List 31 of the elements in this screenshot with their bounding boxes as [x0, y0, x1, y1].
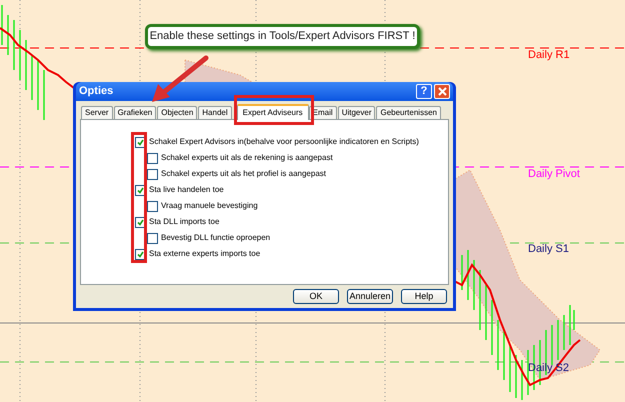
checkbox[interactable]	[147, 152, 158, 164]
dialog-button[interactable]: Annuleren	[347, 289, 393, 304]
close-icon	[438, 87, 446, 96]
help-button[interactable]: ?	[416, 84, 432, 99]
checkbox-label: Sta externe experts imports toe	[149, 248, 260, 260]
tab[interactable]: Expert Adviseurs	[236, 104, 309, 120]
tab[interactable]: Server	[81, 106, 113, 119]
tab[interactable]: Gebeurtenissen	[376, 106, 441, 119]
tab[interactable]: Objecten	[157, 106, 198, 119]
checkbox-label: Schakel experts uit als het profiel is aangepast	[161, 168, 326, 180]
checkbox[interactable]	[147, 232, 158, 244]
checkbox-label: Vraag manuele bevestiging	[161, 200, 258, 212]
window-title: Opties	[79, 84, 114, 100]
tab[interactable]: Grafieken	[114, 106, 156, 119]
checkbox[interactable]	[147, 168, 158, 180]
dialog-button[interactable]: Help	[401, 289, 447, 304]
checkbox[interactable]	[147, 200, 158, 212]
callout-text: Enable these settings in Tools/Expert Advisors FIRST !	[150, 29, 416, 44]
checkbox-label: Schakel Expert Advisors in(behalve voor persoonlijke indicatoren en Scripts)	[149, 136, 419, 148]
checkbox-label: Schakel experts uit als de rekening is aangepast	[161, 152, 333, 164]
level-label: Daily S1	[528, 242, 569, 257]
checkbox-label: Sta DLL imports toe	[149, 216, 220, 228]
arrow	[150, 54, 210, 104]
level-label: Daily R1	[528, 48, 570, 63]
level-label: Daily Pivot	[528, 167, 580, 182]
close-button[interactable]	[434, 84, 450, 99]
tab[interactable]: Uitgever	[338, 106, 376, 119]
tab[interactable]: Handel	[198, 106, 232, 119]
dialog-button[interactable]: OK	[293, 289, 339, 304]
checkbox-label: Sta live handelen toe	[149, 184, 224, 196]
checkbox-label: Bevestig DLL functie oproepen	[161, 232, 270, 244]
